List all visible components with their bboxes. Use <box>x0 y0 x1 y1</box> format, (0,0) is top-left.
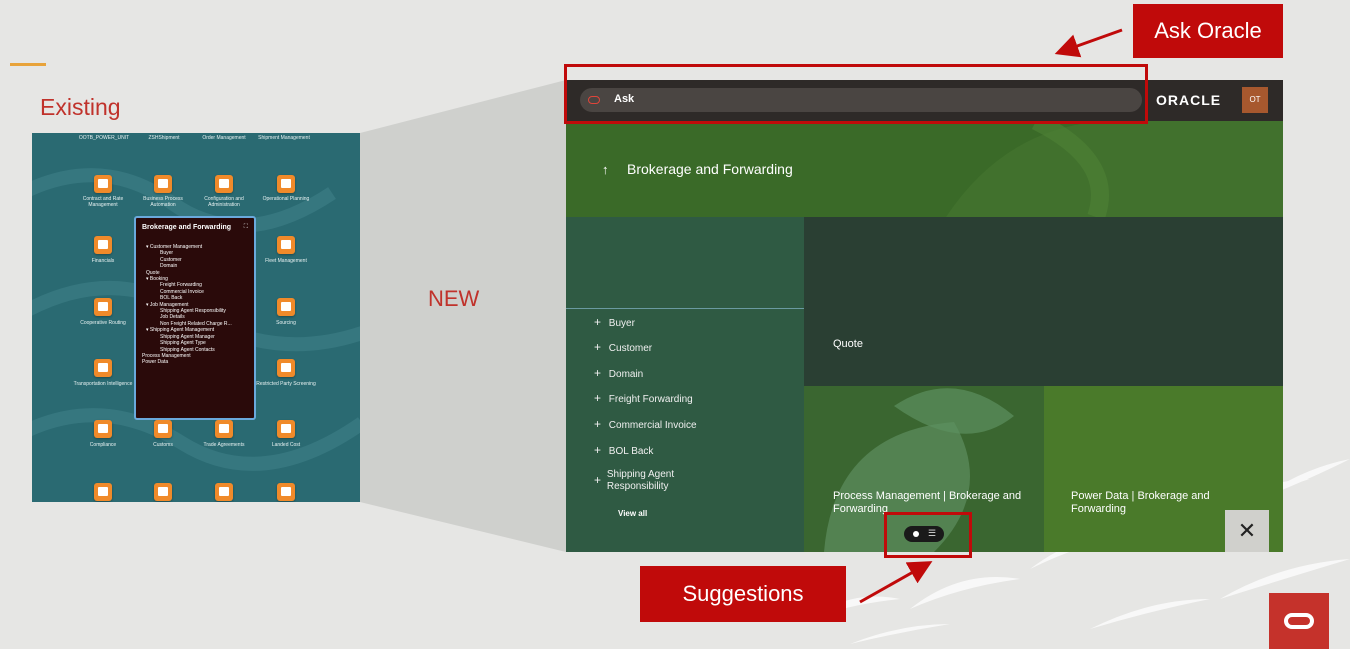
oracle-o-icon <box>1284 613 1314 629</box>
arrow-ask <box>1054 28 1123 58</box>
arrow-suggestions <box>859 561 933 604</box>
callout-arrows <box>859 28 1123 604</box>
oracle-corner-logo <box>1269 593 1329 649</box>
